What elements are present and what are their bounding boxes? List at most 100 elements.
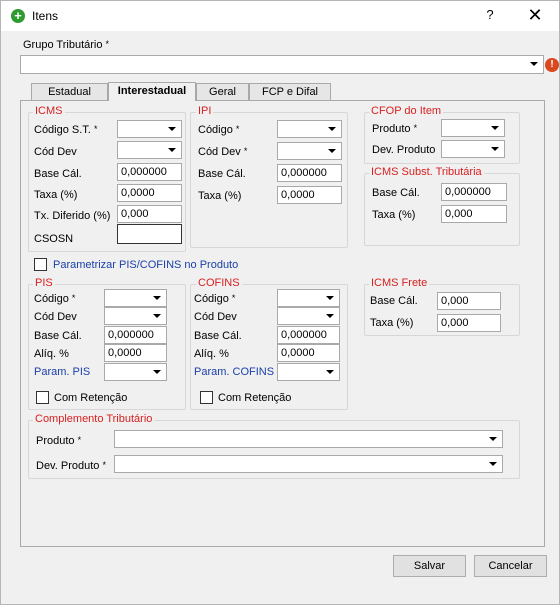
- grupo-tributario-label: Grupo Tributário *: [23, 39, 110, 51]
- ipi-codigo-select[interactable]: [277, 120, 342, 138]
- tab-fcp-difal[interactable]: FCP e Difal: [249, 83, 331, 101]
- window-title: Itens: [32, 9, 59, 23]
- tab-interestadual[interactable]: Interestadual: [108, 82, 196, 101]
- close-button[interactable]: ✕: [525, 5, 545, 25]
- cfop-legend: CFOP do Item: [369, 105, 444, 117]
- title-bar: + Itens ? ✕: [1, 1, 559, 31]
- complemento-dev-produto-select[interactable]: [114, 455, 503, 473]
- grupo-tributario-select[interactable]: [20, 55, 544, 74]
- chevron-down-icon: [489, 462, 497, 466]
- dialog-window: + Itens ? ✕ Grupo Tributário * ! Estadua…: [0, 0, 560, 605]
- icms-base-calc-input[interactable]: 0,000000: [117, 163, 182, 181]
- cofins-codigo-label: Código *: [194, 293, 236, 305]
- icms-frete-taxa-input[interactable]: 0,000: [437, 314, 501, 332]
- chevron-down-icon: [153, 296, 161, 300]
- pis-base-calc-label: Base Cál.: [34, 330, 82, 342]
- cofins-aliq-label: Alíq. %: [194, 348, 229, 360]
- cofins-cod-dev-select[interactable]: [277, 307, 340, 325]
- cfop-produto-label: Produto *: [372, 123, 418, 135]
- cofins-base-calc-label: Base Cál.: [194, 330, 242, 342]
- complemento-produto-select[interactable]: [114, 430, 503, 448]
- pis-codigo-label: Código *: [34, 293, 76, 305]
- cfop-dev-produto-select[interactable]: [441, 140, 505, 158]
- add-circle-icon: +: [11, 9, 25, 23]
- chevron-down-icon: [530, 62, 538, 66]
- icms-st-taxa-input[interactable]: 0,000: [441, 205, 507, 223]
- pis-retencao-checkbox[interactable]: [36, 391, 49, 404]
- icms-frete-base-calc-label: Base Cál.: [370, 295, 418, 307]
- ipi-base-calc-input[interactable]: 0,000000: [277, 164, 342, 182]
- ipi-taxa-input[interactable]: 0,0000: [277, 186, 342, 204]
- cofins-retencao-checkbox[interactable]: [200, 391, 213, 404]
- complemento-legend: Complemento Tributário: [33, 413, 155, 425]
- icms-csosn-label: CSOSN: [34, 233, 74, 245]
- chevron-down-icon: [489, 437, 497, 441]
- pis-retencao-label: Com Retenção: [54, 392, 128, 404]
- parametrizar-label: Parametrizar PIS/COFINS no Produto: [53, 259, 239, 271]
- cofins-legend: COFINS: [196, 277, 242, 289]
- icms-legend: ICMS: [33, 105, 65, 117]
- icms-st-taxa-label: Taxa (%): [372, 209, 416, 221]
- icms-tx-diferido-label: Tx. Diferido (%): [34, 210, 111, 222]
- ipi-cod-dev-select[interactable]: [277, 142, 342, 160]
- icms-base-calc-label: Base Cál.: [34, 168, 82, 180]
- cofins-param-select[interactable]: [277, 363, 340, 381]
- icms-frete-taxa-label: Taxa (%): [370, 317, 414, 329]
- pis-aliq-label: Alíq. %: [34, 348, 69, 360]
- pis-legend: PIS: [33, 277, 55, 289]
- ipi-codigo-label: Código *: [198, 124, 240, 136]
- icms-codigo-st-label: Código S.T. *: [34, 124, 98, 136]
- parametrizar-checkbox[interactable]: [34, 258, 47, 271]
- pis-base-calc-input[interactable]: 0,000000: [104, 326, 167, 344]
- chevron-down-icon: [491, 126, 499, 130]
- ipi-cod-dev-label: Cód Dev *: [198, 146, 248, 158]
- tab-estadual[interactable]: Estadual: [31, 83, 108, 101]
- chevron-down-icon: [328, 127, 336, 131]
- warning-icon: !: [545, 58, 559, 72]
- complemento-dev-produto-label: Dev. Produto *: [36, 460, 106, 472]
- cofins-cod-dev-label: Cód Dev: [194, 311, 237, 323]
- chevron-down-icon: [153, 314, 161, 318]
- icms-taxa-label: Taxa (%): [34, 189, 78, 201]
- chevron-down-icon: [326, 296, 334, 300]
- pis-aliq-input[interactable]: 0,0000: [104, 344, 167, 362]
- icms-tx-diferido-input[interactable]: 0,000: [117, 205, 182, 223]
- icms-st-base-calc-label: Base Cál.: [372, 187, 420, 199]
- cofins-retencao-label: Com Retenção: [218, 392, 292, 404]
- icms-cod-dev-label: Cód Dev: [34, 146, 77, 158]
- icms-st-legend: ICMS Subst. Tributária: [369, 166, 484, 178]
- chevron-down-icon: [491, 147, 499, 151]
- help-button[interactable]: ?: [483, 7, 497, 25]
- tab-geral[interactable]: Geral: [196, 83, 249, 101]
- cofins-base-calc-input[interactable]: 0,000000: [277, 326, 340, 344]
- complemento-produto-label: Produto *: [36, 435, 82, 447]
- pis-cod-dev-select[interactable]: [104, 307, 167, 325]
- cofins-aliq-input[interactable]: 0,0000: [277, 344, 340, 362]
- chevron-down-icon: [326, 314, 334, 318]
- cfop-dev-produto-label: Dev. Produto: [372, 144, 436, 156]
- cfop-produto-select[interactable]: [441, 119, 505, 137]
- icms-frete-legend: ICMS Frete: [369, 277, 430, 289]
- icms-codigo-st-select[interactable]: [117, 120, 182, 138]
- save-button[interactable]: Salvar: [393, 555, 466, 577]
- icms-frete-base-calc-input[interactable]: 0,000: [437, 292, 501, 310]
- pis-cod-dev-label: Cód Dev: [34, 311, 77, 323]
- pis-param-label: Param. PIS: [34, 366, 91, 378]
- pis-codigo-select[interactable]: [104, 289, 167, 307]
- icms-st-base-calc-input[interactable]: 0,000000: [441, 183, 507, 201]
- ipi-legend: IPI: [196, 105, 214, 117]
- ipi-taxa-label: Taxa (%): [198, 190, 242, 202]
- chevron-down-icon: [153, 370, 161, 374]
- pis-param-select[interactable]: [104, 363, 167, 381]
- icms-csosn-input[interactable]: [117, 224, 182, 244]
- ipi-base-calc-label: Base Cál.: [198, 168, 246, 180]
- cofins-codigo-select[interactable]: [277, 289, 340, 307]
- icms-taxa-input[interactable]: 0,0000: [117, 184, 182, 202]
- cancel-button[interactable]: Cancelar: [474, 555, 547, 577]
- chevron-down-icon: [326, 370, 334, 374]
- icms-cod-dev-select[interactable]: [117, 141, 182, 159]
- chevron-down-icon: [168, 127, 176, 131]
- cofins-param-label: Param. COFINS: [194, 366, 275, 378]
- chevron-down-icon: [168, 148, 176, 152]
- chevron-down-icon: [328, 149, 336, 153]
